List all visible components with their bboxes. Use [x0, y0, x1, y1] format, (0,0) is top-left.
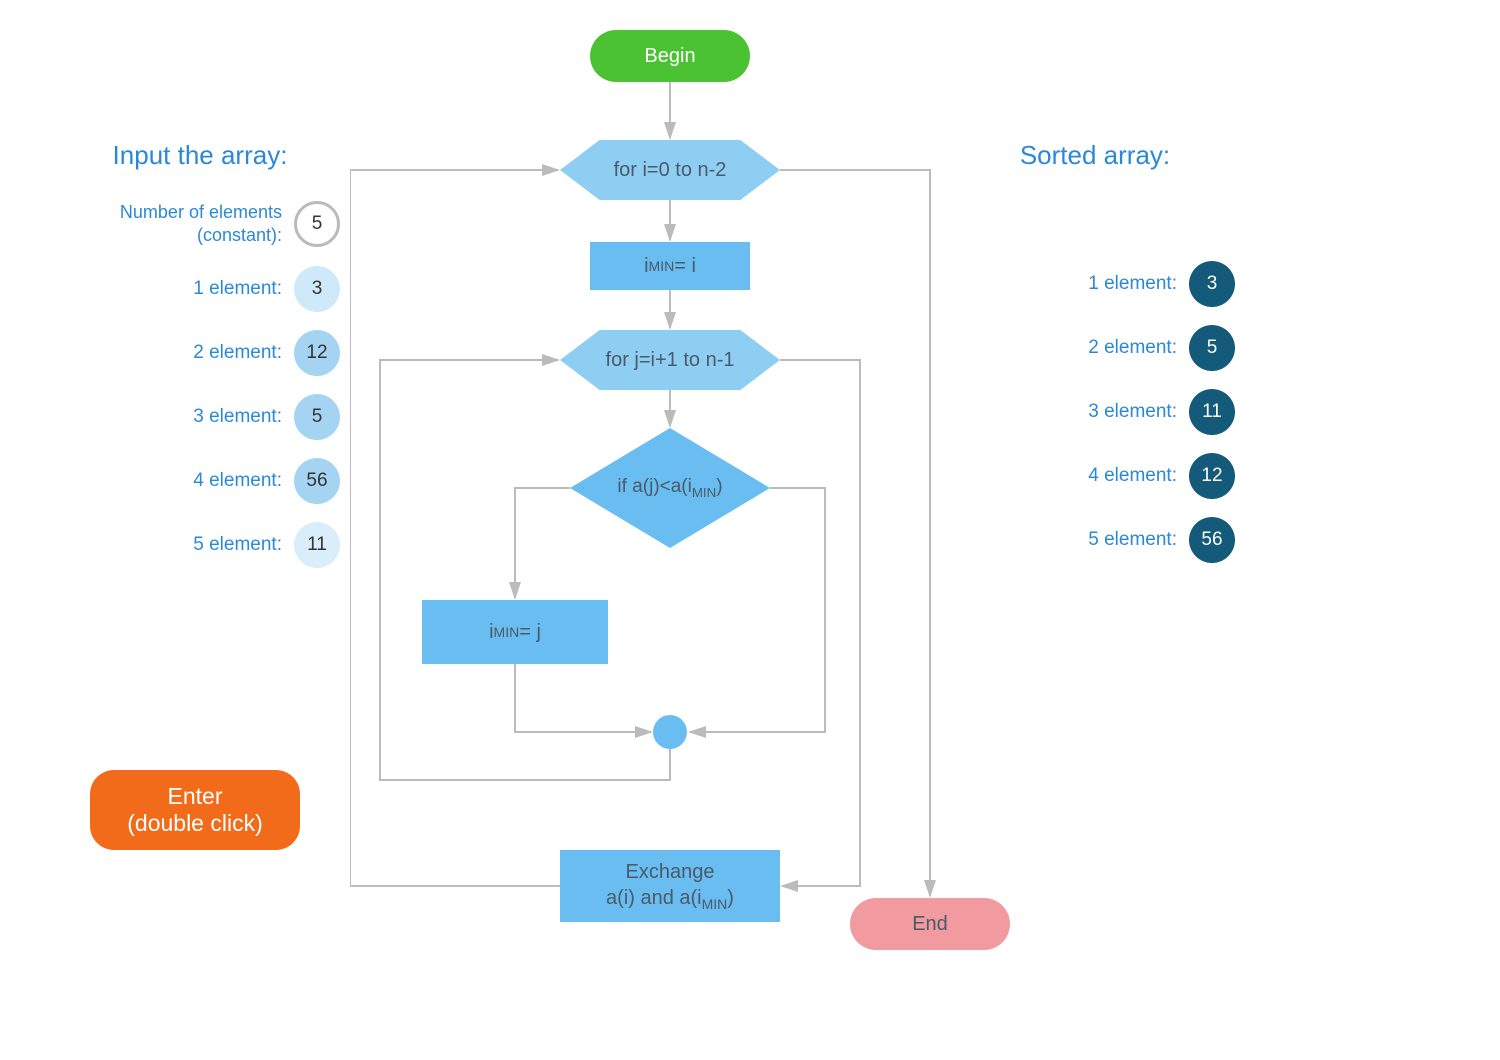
- set-min-i-node: iMIN = i: [590, 242, 750, 290]
- txt-sub: MIN: [649, 258, 675, 274]
- input-value[interactable]: 3: [294, 266, 340, 312]
- txt-sub: MIN: [692, 485, 716, 500]
- loop-j-node: for j=i+1 to n-1: [560, 330, 780, 390]
- txt: if a(j)<a(i: [617, 476, 691, 497]
- input-value[interactable]: 56: [294, 458, 340, 504]
- txt: ): [727, 887, 734, 909]
- input-row-4: 4 element: 56: [60, 458, 340, 504]
- input-row-1: 1 element: 3: [60, 266, 340, 312]
- input-title: Input the array:: [60, 140, 340, 171]
- enter-button[interactable]: Enter (double click): [90, 770, 300, 850]
- txt: = j: [519, 621, 541, 644]
- txt: a(i) and a(i: [606, 887, 702, 909]
- input-row-5: 5 element: 11: [60, 522, 340, 568]
- num-elements-label: Number of elements (constant):: [120, 201, 282, 248]
- num-elements-value[interactable]: 5: [294, 201, 340, 247]
- decision-node: if a(j)<a(iMIN): [570, 428, 770, 548]
- output-label: 2 element:: [1088, 337, 1177, 359]
- txt-sub: MIN: [494, 624, 520, 640]
- txt: = i: [674, 255, 696, 278]
- output-label: 5 element:: [1088, 529, 1177, 551]
- input-value[interactable]: 5: [294, 394, 340, 440]
- enter-l1: Enter: [168, 783, 223, 810]
- exchange-node: Exchange a(i) and a(iMIN): [560, 850, 780, 922]
- input-panel: Input the array: Number of elements (con…: [60, 140, 340, 586]
- output-label: 4 element:: [1088, 465, 1177, 487]
- merge-node: [653, 715, 687, 749]
- input-row-3: 3 element: 5: [60, 394, 340, 440]
- output-value: 5: [1189, 325, 1235, 371]
- num-label-l2: (constant):: [120, 224, 282, 247]
- loop-i-node: for i=0 to n-2: [560, 140, 780, 200]
- output-value: 11: [1189, 389, 1235, 435]
- output-value: 12: [1189, 453, 1235, 499]
- output-label: 3 element:: [1088, 401, 1177, 423]
- output-panel: Sorted array: 1 element: 3 2 element: 5 …: [955, 140, 1235, 581]
- output-row-5: 5 element: 56: [955, 517, 1235, 563]
- input-label: 3 element:: [193, 406, 282, 428]
- num-label-l1: Number of elements: [120, 201, 282, 224]
- txt: Exchange: [626, 859, 715, 885]
- input-label: 1 element:: [193, 278, 282, 300]
- output-row-2: 2 element: 5: [955, 325, 1235, 371]
- input-label: 4 element:: [193, 470, 282, 492]
- output-value: 56: [1189, 517, 1235, 563]
- input-label: 5 element:: [193, 534, 282, 556]
- begin-node: Begin: [590, 30, 750, 82]
- num-elements-row: Number of elements (constant): 5: [60, 201, 340, 248]
- set-min-j-node: iMIN = j: [422, 600, 608, 664]
- output-label: 1 element:: [1088, 273, 1177, 295]
- flowchart: Begin for i=0 to n-2 iMIN = i for j=i+1 …: [350, 30, 950, 1040]
- output-row-3: 3 element: 11: [955, 389, 1235, 435]
- txt: ): [716, 476, 722, 497]
- end-node: End: [850, 898, 1010, 950]
- input-row-2: 2 element: 12: [60, 330, 340, 376]
- input-value[interactable]: 12: [294, 330, 340, 376]
- output-title: Sorted array:: [955, 140, 1235, 171]
- input-value[interactable]: 11: [294, 522, 340, 568]
- output-value: 3: [1189, 261, 1235, 307]
- enter-l2: (double click): [127, 810, 263, 837]
- txt-sub: MIN: [702, 896, 728, 912]
- input-label: 2 element:: [193, 342, 282, 364]
- output-row-4: 4 element: 12: [955, 453, 1235, 499]
- output-row-1: 1 element: 3: [955, 261, 1235, 307]
